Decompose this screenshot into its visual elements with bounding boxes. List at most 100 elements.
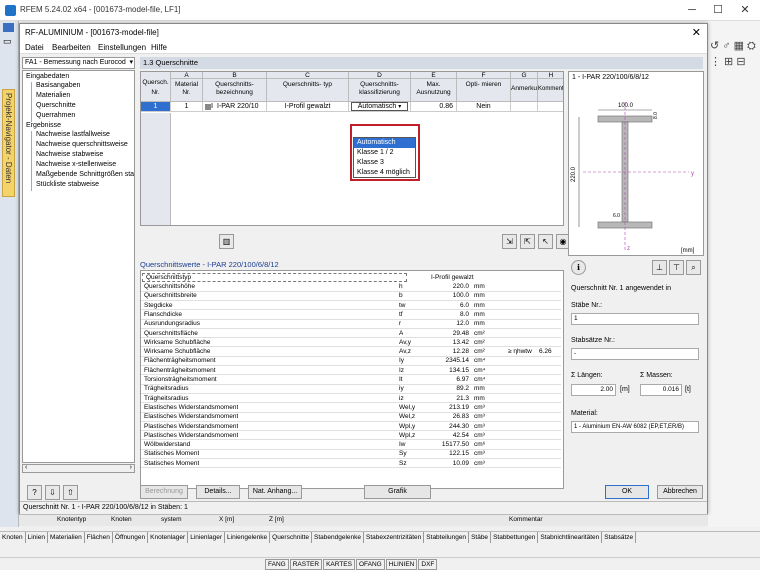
- tab-2[interactable]: Materialien: [48, 532, 85, 543]
- status-toggle-ofang[interactable]: OFANG: [355, 559, 385, 570]
- col-header-klassifizierung: Querschnitts- klassifizierung: [349, 79, 411, 102]
- tab-8[interactable]: Querschnitte: [270, 532, 312, 543]
- app-menu-icon[interactable]: [3, 23, 14, 32]
- row-header-column: [141, 113, 171, 225]
- tree-item-querschnitte[interactable]: Querschnitte: [36, 102, 76, 109]
- minimize-icon[interactable]: ─: [680, 2, 704, 18]
- prop-symbol: iy: [399, 385, 404, 393]
- chevron-left-icon[interactable]: ‹: [25, 464, 27, 471]
- tree-item-querrahmen[interactable]: Querrahmen: [36, 112, 75, 119]
- dimensions-icon[interactable]: ⊥: [652, 260, 667, 275]
- close-icon[interactable]: ✕: [733, 2, 757, 18]
- tab-4[interactable]: Öffnungen: [113, 532, 149, 543]
- dialog-status-text: Querschnitt Nr. 1 - I-PAR 220/100/6/8/12…: [20, 501, 707, 514]
- zoom-icon[interactable]: ⌕: [686, 260, 701, 275]
- tree-item-stueckliste[interactable]: Stückliste stabweise: [36, 181, 99, 188]
- tab-3[interactable]: Flächen: [85, 532, 113, 543]
- status-toggle-raster[interactable]: RASTER: [289, 559, 323, 570]
- ok-button[interactable]: OK: [605, 485, 649, 499]
- prop-type-row[interactable]: Querschnittstyp: [142, 273, 407, 282]
- cell-nr[interactable]: 1: [141, 102, 171, 112]
- bg-col-knotentyp: Knotentyp: [57, 516, 87, 523]
- status-toggle-fang[interactable]: FANG: [265, 559, 289, 570]
- export-excel-icon[interactable]: ⇩: [45, 485, 60, 500]
- prop-row: Flächenträgheitsmoment Iy 2345.14 cm⁴: [141, 357, 561, 367]
- tab-9[interactable]: Stabendgelenke: [312, 532, 364, 543]
- classification-dropdown-list[interactable]: Automatisch Klasse 1 / 2 Klasse 3 Klasse…: [353, 137, 416, 178]
- tree-item-lastfallweise[interactable]: Nachweise lastfallweise: [36, 131, 110, 138]
- menu-datei[interactable]: Datei: [25, 43, 44, 52]
- toolbar-icons-row1[interactable]: ↺ ♂ ▦ ⛭: [710, 39, 756, 53]
- export-icon[interactable]: ⇱: [520, 234, 535, 249]
- tab-12[interactable]: Stäbe: [469, 532, 492, 543]
- option-klasse-3[interactable]: Klasse 3: [354, 158, 415, 168]
- tree-scrollbar[interactable]: ‹ ›: [22, 464, 135, 473]
- cell-optimieren[interactable]: Nein: [457, 102, 511, 112]
- dialog-title: RF-ALUMINIUM - [001673-model-file]: [25, 28, 159, 37]
- tree-item-materialien[interactable]: Materialien: [36, 92, 70, 99]
- status-toggle-kartes[interactable]: KARTES: [323, 559, 355, 570]
- classification-select[interactable]: Automatisch ▾: [351, 102, 408, 111]
- prop-value: 42.54: [452, 431, 469, 439]
- file-icon[interactable]: ▭: [3, 36, 12, 47]
- prop-symbol: Sy: [399, 450, 407, 458]
- menu-hilfe[interactable]: Hilfe: [151, 43, 167, 52]
- module-select[interactable]: FA1 - Bemessung nach Eurocod ▾: [22, 57, 135, 69]
- project-navigator-tab[interactable]: Projekt-Navigator - Daten: [2, 89, 15, 197]
- option-klasse-1-2[interactable]: Klasse 1 / 2: [354, 148, 415, 158]
- prop-unit: mm: [474, 310, 485, 318]
- cell-kommentar[interactable]: [538, 102, 563, 112]
- import-excel-icon[interactable]: ⇧: [63, 485, 78, 500]
- menu-bearbeiten[interactable]: Bearbeiten: [52, 43, 91, 52]
- tab-11[interactable]: Stabteilungen: [424, 532, 470, 543]
- tree-group-results[interactable]: Ergebnisse: [26, 122, 61, 129]
- tree-item-schnittgroessen[interactable]: Maßgebende Schnittgrößen sta: [36, 171, 134, 178]
- nat-anhang-button[interactable]: Nat. Anhang...: [248, 485, 302, 499]
- dialog-close-icon[interactable]: ✕: [692, 26, 701, 39]
- module-select-value: FA1 - Bemessung nach Eurocod: [25, 59, 126, 66]
- tree-item-querschnittsweise[interactable]: Nachweise querschnittsweise: [36, 141, 128, 148]
- chevron-right-icon[interactable]: ›: [130, 464, 132, 471]
- tab-1[interactable]: Linien: [26, 532, 48, 543]
- tree-item-x-stellenweise[interactable]: Nachweise x-stellenweise: [36, 161, 116, 168]
- prop-unit: mm: [474, 394, 485, 402]
- tab-15[interactable]: Stabsätze: [602, 532, 637, 543]
- tab-0[interactable]: Knoten: [0, 532, 26, 543]
- prop-symbol: tw: [399, 301, 406, 309]
- tab-5[interactable]: Knotenlager: [148, 532, 189, 543]
- tab-13[interactable]: Stabbettungen: [491, 532, 539, 543]
- maximize-icon[interactable]: ☐: [706, 2, 730, 18]
- berechnung-button[interactable]: Berechnung: [140, 485, 188, 499]
- library-icon[interactable]: ▥: [219, 234, 234, 249]
- tree-item-basisangaben[interactable]: Basisangaben: [36, 82, 80, 89]
- grafik-button[interactable]: Grafik: [364, 485, 431, 499]
- tree-group-input[interactable]: Eingabedaten: [26, 73, 69, 80]
- help-icon[interactable]: ?: [27, 485, 42, 500]
- axes-icon[interactable]: ⊤: [669, 260, 684, 275]
- select-icon[interactable]: ↖: [538, 234, 553, 249]
- tab-14[interactable]: Stabnichtlinearitäten: [538, 532, 603, 543]
- menu-einstellungen[interactable]: Einstellungen: [98, 43, 146, 52]
- option-klasse-4[interactable]: Klasse 4 möglich: [354, 168, 415, 178]
- cell-material[interactable]: 1: [171, 102, 203, 112]
- status-toggle-hlinien[interactable]: HLINIEN: [385, 559, 418, 570]
- tab-10[interactable]: Stabexzentrizitäten: [364, 532, 425, 543]
- tab-6[interactable]: Linienlager: [188, 532, 226, 543]
- details-button[interactable]: Details...: [196, 485, 240, 499]
- info-icon[interactable]: ℹ: [571, 260, 586, 275]
- import-icon[interactable]: ⇲: [502, 234, 517, 249]
- tree-item-stabweise[interactable]: Nachweise stabweise: [36, 151, 103, 158]
- rf-aluminium-dialog: RF-ALUMINIUM - [001673-model-file] ✕ Dat…: [19, 23, 708, 514]
- toolbar-icons-row2[interactable]: ⋮ ⊞ ⊟: [710, 55, 746, 68]
- cell-anmerkung[interactable]: [511, 102, 538, 112]
- abbrechen-button[interactable]: Abbrechen: [657, 485, 703, 499]
- bg-col-z: Z [m]: [269, 516, 284, 523]
- cell-klassifizierung-select[interactable]: Automatisch ▾: [349, 102, 411, 112]
- status-toggle-dxf[interactable]: DXF: [418, 559, 438, 570]
- laengen-unit: [m]: [620, 386, 630, 393]
- option-automatisch[interactable]: Automatisch: [354, 138, 415, 148]
- tab-7[interactable]: Liniengelenke: [225, 532, 271, 543]
- cell-typ[interactable]: I-Profil gewalzt: [267, 102, 349, 112]
- cell-ausnutzung[interactable]: 0.86: [411, 102, 457, 112]
- cell-bezeichnung[interactable]: Ⅰ I-PAR 220/10: [203, 102, 267, 112]
